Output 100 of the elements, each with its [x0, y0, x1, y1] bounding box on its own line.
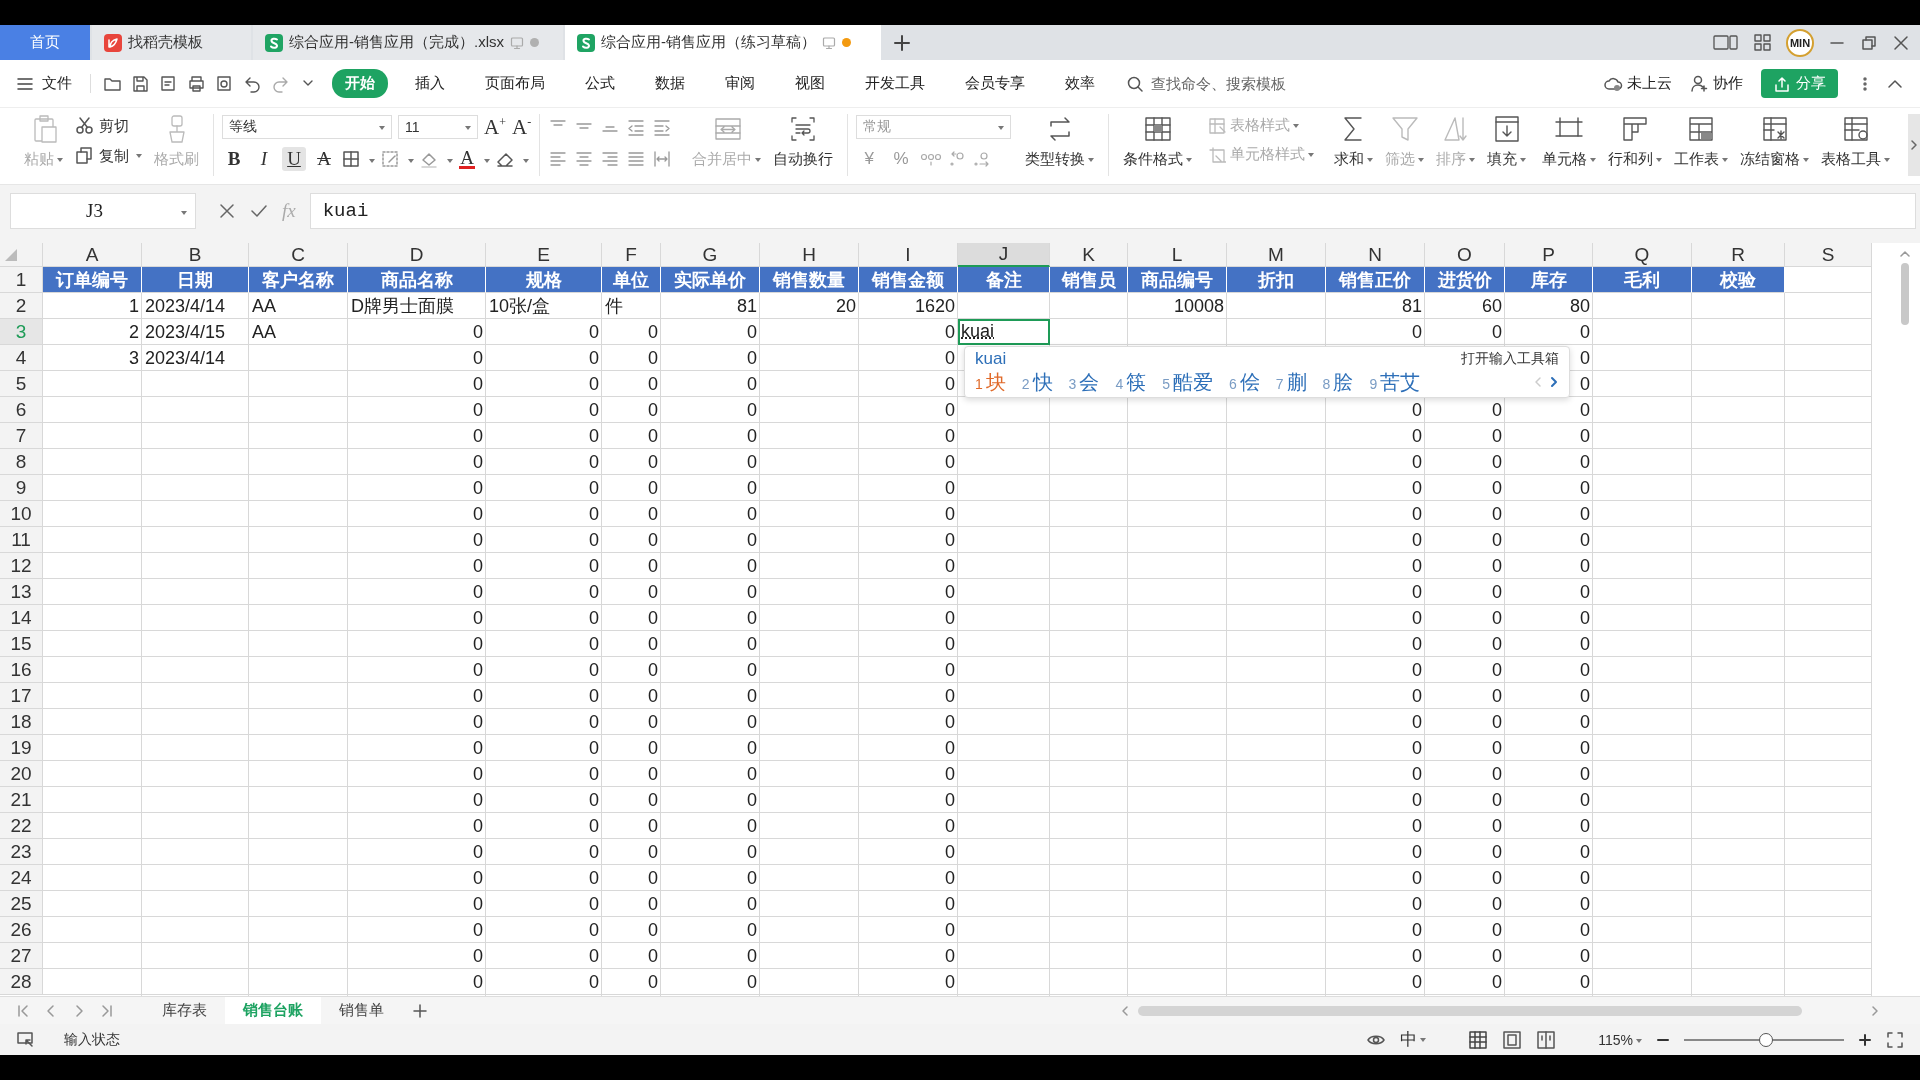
increase-indent-icon[interactable]	[652, 117, 673, 137]
page-layout-icon[interactable]	[1502, 1029, 1523, 1050]
new-tab-icon[interactable]	[893, 33, 911, 52]
row-header[interactable]: 12	[0, 553, 43, 579]
print-preview-icon[interactable]	[215, 74, 234, 93]
freeze-panes-button[interactable]: 冻结窗格	[1734, 114, 1816, 169]
row-header[interactable]: 26	[0, 917, 43, 943]
font-color-button[interactable]: A	[459, 149, 475, 169]
normal-view-icon[interactable]	[1468, 1029, 1489, 1050]
column-header[interactable]: S	[1785, 243, 1872, 267]
worksheet-button[interactable]: 工作表	[1668, 114, 1735, 169]
close-icon[interactable]	[1892, 33, 1910, 52]
font-name-field[interactable]: 等线	[222, 115, 392, 139]
restore-icon[interactable]	[1860, 33, 1878, 52]
type-convert-button[interactable]: 类型转换	[1019, 114, 1101, 169]
fill-down-button[interactable]: 填充	[1481, 114, 1533, 169]
column-header[interactable]: M	[1227, 243, 1326, 267]
column-header[interactable]: L	[1128, 243, 1227, 267]
conditional-format-button[interactable]: 条件格式	[1117, 114, 1199, 169]
row-header[interactable]: 16	[0, 657, 43, 683]
column-header[interactable]: C	[249, 243, 348, 267]
font-size-field[interactable]: 11	[398, 115, 478, 139]
zoom-level-button[interactable]: 115%	[1598, 1031, 1642, 1048]
candidate[interactable]: 8 脍	[1322, 368, 1354, 396]
add-sheet-icon[interactable]	[412, 1002, 428, 1019]
row-header[interactable]: 20	[0, 761, 43, 787]
ribbon-scroll-button[interactable]	[1908, 114, 1920, 176]
row-header[interactable]: 10	[0, 501, 43, 527]
column-header[interactable]: H	[760, 243, 859, 267]
cut-button[interactable]: 剪切	[75, 116, 142, 136]
candidate[interactable]: 3 会	[1068, 368, 1100, 396]
sheet-tab[interactable]: 销售单	[321, 996, 402, 1025]
borders-icon[interactable]	[342, 150, 360, 168]
ribbon-tab[interactable]: 审阅	[712, 69, 768, 98]
cell-fill-icon[interactable]	[381, 150, 399, 168]
column-header[interactable]: J	[958, 243, 1050, 267]
name-box[interactable]: J3	[10, 193, 196, 229]
document-tab[interactable]: 综合应用-销售应用（完成）.xlsx	[253, 25, 563, 60]
row-header[interactable]: 24	[0, 865, 43, 891]
row-header[interactable]: 5	[0, 371, 43, 397]
strike-button[interactable]: A	[312, 147, 336, 171]
decrease-decimal-icon[interactable]	[972, 149, 991, 169]
ribbon-tab[interactable]: 视图	[782, 69, 838, 98]
column-header[interactable]: P	[1505, 243, 1593, 267]
horizontal-scrollbar[interactable]	[1120, 1003, 1880, 1018]
input-method-button[interactable]: 中	[1400, 1028, 1427, 1051]
row-header[interactable]: 18	[0, 709, 43, 735]
ribbon-tab[interactable]: 开发工具	[852, 69, 938, 98]
row-header[interactable]: 1	[0, 267, 43, 293]
formula-input[interactable]: kuai	[309, 193, 1916, 229]
export-icon[interactable]	[159, 74, 178, 93]
row-header[interactable]: 9	[0, 475, 43, 501]
ribbon-tab[interactable]: 数据	[642, 69, 698, 98]
column-header[interactable]: G	[661, 243, 760, 267]
column-header[interactable]: F	[602, 243, 661, 267]
eraser-icon[interactable]	[496, 150, 514, 168]
ribbon-tab[interactable]: 页面布局	[472, 69, 558, 98]
print-icon[interactable]	[187, 74, 206, 93]
row-header[interactable]: 19	[0, 735, 43, 761]
scroll-thumb[interactable]	[1901, 263, 1909, 325]
sum-button[interactable]: 求和	[1328, 114, 1380, 169]
candidate[interactable]: 7 蒯	[1275, 368, 1307, 396]
slider-thumb[interactable]	[1758, 1032, 1773, 1047]
column-header[interactable]: A	[43, 243, 142, 267]
column-header[interactable]: R	[1692, 243, 1785, 267]
column-header[interactable]: O	[1425, 243, 1505, 267]
column-header[interactable]: K	[1050, 243, 1128, 267]
save-icon[interactable]	[131, 74, 150, 93]
table-tools-button[interactable]: 表格工具	[1815, 114, 1897, 169]
sheet-tab[interactable]: 库存表	[144, 996, 225, 1025]
editing-cell[interactable]: kuai	[958, 319, 1050, 345]
fullscreen-icon[interactable]	[1886, 1030, 1904, 1049]
copy-button[interactable]: 复制	[75, 146, 142, 166]
row-header[interactable]: 13	[0, 579, 43, 605]
ribbon-tab[interactable]: 效率	[1052, 69, 1108, 98]
column-header[interactable]: N	[1326, 243, 1425, 267]
column-header[interactable]: E	[486, 243, 602, 267]
confirm-icon[interactable]	[250, 202, 268, 220]
column-header[interactable]: Q	[1593, 243, 1692, 267]
distribute-icon[interactable]	[652, 149, 673, 169]
increase-font-button[interactable]: A$^{+}$	[484, 114, 506, 140]
column-header[interactable]: B	[142, 243, 249, 267]
row-header[interactable]: 21	[0, 787, 43, 813]
row-header[interactable]: 2	[0, 293, 43, 319]
italic-button[interactable]: I	[252, 147, 276, 171]
ribbon-tab[interactable]: 会员专享	[952, 69, 1038, 98]
zoom-in-icon[interactable]	[1858, 1032, 1872, 1047]
template-tab[interactable]: 找稻壳模板	[92, 25, 251, 60]
ribbon-tab[interactable]: 插入	[402, 69, 458, 98]
candidate[interactable]: 9 苦艾	[1369, 368, 1421, 396]
row-header[interactable]: 23	[0, 839, 43, 865]
column-header[interactable]: I	[859, 243, 958, 267]
page-break-icon[interactable]	[1536, 1029, 1557, 1050]
cloud-status-button[interactable]: 未上云	[1603, 73, 1672, 94]
home-tab[interactable]: 首页	[0, 25, 90, 60]
row-header[interactable]: 28	[0, 969, 43, 995]
paint-bucket-icon[interactable]	[420, 150, 438, 168]
row-header[interactable]: 25	[0, 891, 43, 917]
collaborate-button[interactable]: 协作	[1690, 74, 1743, 93]
search-field[interactable]: 查找命令、搜索模板	[1126, 74, 1319, 93]
